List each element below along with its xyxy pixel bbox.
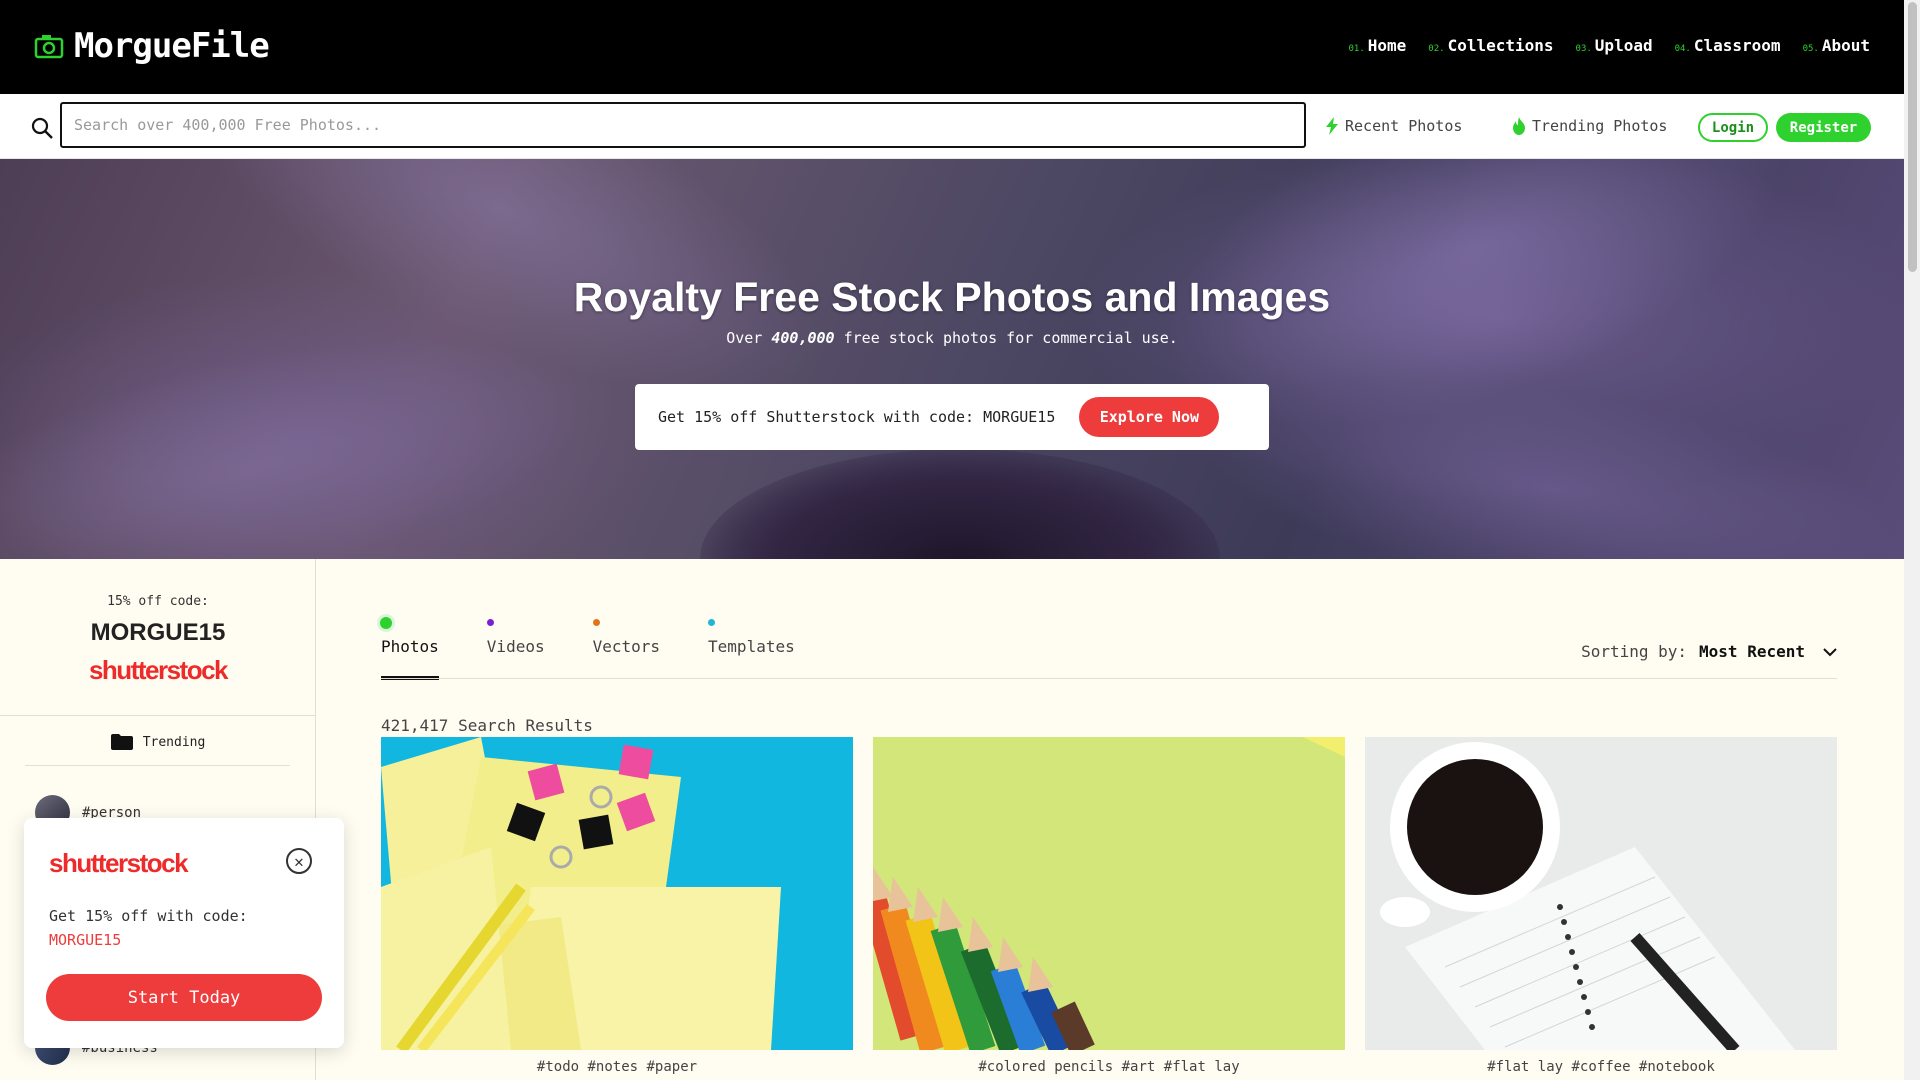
chevron-down-icon [1823,647,1837,656]
nav-label: About [1821,36,1870,55]
hero-flower-center [700,449,1220,559]
tab-photos[interactable]: Photos [377,614,439,680]
hero-subtitle: Over 400,000 free stock photos for comme… [0,329,1904,347]
lightning-icon [1326,117,1338,135]
camera-icon [34,35,64,59]
photo-card-notes[interactable] [381,737,853,1050]
nav-number: 04. [1674,44,1691,54]
start-today-button[interactable]: Start Today [46,974,322,1021]
nav-number: 01. [1348,44,1365,54]
popup-text: Get 15% off with code: MORGUE15 [49,904,248,952]
popup-code: MORGUE15 [49,931,122,949]
promo-text: Get 15% off Shutterstock with code: MORG… [658,408,1056,426]
nav-number: 05. [1802,44,1819,54]
popup-shutterstock-logo: shutterstock [49,848,189,878]
nav-upload[interactable]: 03. Upload [1576,36,1653,55]
sort-dropdown[interactable]: Sorting by: Most Recent [1581,642,1837,661]
search-icon[interactable] [30,116,54,140]
tab-vectors[interactable]: Vectors [592,619,661,680]
tab-dot [486,619,494,626]
promo-code: MORGUE15 [90,619,226,646]
hero-sub-prefix: Over [726,329,763,347]
shutterstock-logo[interactable]: shutterstock [0,655,316,686]
hero-banner: Royalty Free Stock Photos and Images Ove… [0,159,1904,559]
nav-number: 02. [1428,44,1445,54]
folder-icon [110,734,133,750]
tab-videos[interactable]: Videos [486,619,545,680]
trending-photos-label: Trending Photos [1532,117,1668,135]
hero-title: Royalty Free Stock Photos and Images [573,274,1331,320]
nav-home[interactable]: 01. Home [1349,36,1407,55]
tab-label: Templates [708,637,795,656]
nav-about[interactable]: 05. About [1803,36,1870,55]
photo-coffee-image [1365,737,1837,1050]
nav-label: Collections [1447,36,1554,55]
logo-text: MorgueFile [74,26,270,66]
popup-message: Get 15% off with code: [49,907,248,925]
photo-tags: #flat lay #coffee #notebook [1487,1059,1715,1075]
nav-collections[interactable]: 02. Collections [1428,36,1553,55]
recent-photos-label: Recent Photos [1345,117,1463,135]
results-count: 421,417 Search Results [381,716,593,735]
tab-label: Videos [486,637,545,656]
divider [25,765,290,766]
search-bar-row: Recent Photos Trending Photos Login Regi… [0,94,1904,159]
hero-sub-suffix: free stock photos for commercial use. [843,329,1178,347]
main-nav: 01. Home 02. Collections 03. Upload 04. Clas… [1349,36,1871,55]
tabs-divider [381,678,1837,679]
nav-classroom[interactable]: 04. Classroom [1675,36,1781,55]
sort-label: Sorting by: [1581,642,1688,661]
photo-card-pencils[interactable] [873,737,1345,1050]
trending-photos-link[interactable]: Trending Photos [1512,117,1667,135]
page-scrollbar[interactable] [1904,0,1920,1080]
explore-now-button[interactable]: Explore Now [1079,397,1220,437]
nav-label: Home [1367,36,1407,55]
tab-templates[interactable]: Templates [708,619,795,680]
flame-icon [1513,117,1525,135]
tab-dot [377,614,395,632]
register-button[interactable]: Register [1776,113,1871,142]
photo-tags: #colored pencils #art #flat lay [978,1059,1240,1075]
trending-header[interactable]: Trending [0,734,316,750]
media-tabs: Photos Videos Vectors Templates [377,614,843,680]
nav-number: 03. [1575,44,1592,54]
logo[interactable]: MorgueFile [34,26,270,66]
divider [0,715,316,716]
promo-code-label: 15% off code: [107,594,209,609]
photo-notes-image [381,737,853,1050]
trending-label: Trending [142,734,206,750]
scrollbar-thumb[interactable] [1908,2,1917,272]
close-icon[interactable]: ✕ [286,848,312,874]
promo-box: Get 15% off Shutterstock with code: MORG… [635,384,1269,450]
photo-card-coffee[interactable] [1365,737,1837,1050]
nav-label: Upload [1594,36,1653,55]
recent-photos-link[interactable]: Recent Photos [1325,117,1462,135]
tab-label: Photos [381,637,439,656]
hero-sub-count: 400,000 [771,329,835,347]
login-button[interactable]: Login [1698,113,1768,142]
photo-pencils-image [873,737,1345,1050]
sort-value: Most Recent [1699,642,1805,661]
top-navbar: MorgueFile 01. Home 02. Collections 03. Upl… [0,0,1904,94]
tab-dot [708,619,716,626]
tab-label: Vectors [592,637,661,656]
search-input[interactable] [60,102,1306,148]
nav-label: Classroom [1693,36,1781,55]
shutterstock-popup: shutterstock ✕ Get 15% off with code: MO… [24,818,344,1048]
tab-dot [592,619,600,626]
photo-tags: #todo #notes #paper [536,1059,698,1075]
